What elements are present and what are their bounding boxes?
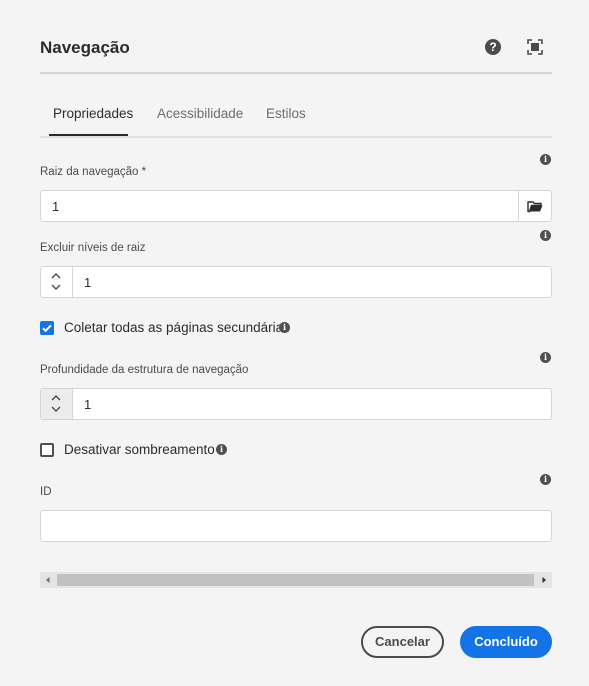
tab-propriedades[interactable]: Propriedades <box>53 106 133 121</box>
root-label: Raiz da navegação * <box>40 166 147 178</box>
chevron-down-icon[interactable] <box>50 406 62 413</box>
root-input[interactable]: 1 <box>52 199 59 214</box>
id-label: ID <box>40 486 52 498</box>
exclude-levels-input[interactable]: 1 <box>84 275 91 290</box>
disable-shadowing-checkbox[interactable]: Desativar sombreamento <box>40 442 215 458</box>
number-stepper[interactable] <box>41 267 73 297</box>
collect-all-label: Coletar todas as páginas secundárias <box>64 320 290 335</box>
tab-estilos[interactable]: Estilos <box>266 106 306 121</box>
info-icon[interactable]: i <box>279 322 290 333</box>
root-field[interactable]: 1 <box>40 190 552 222</box>
done-button[interactable]: Concluído <box>460 626 552 658</box>
scroll-left-arrow-icon[interactable] <box>40 572 56 588</box>
exclude-levels-field[interactable]: 1 <box>40 266 552 298</box>
info-icon[interactable]: i <box>540 474 551 485</box>
scroll-right-arrow-icon[interactable] <box>536 572 552 588</box>
structure-depth-field[interactable]: 1 <box>40 388 552 420</box>
browse-button[interactable] <box>518 191 551 221</box>
chevron-up-icon[interactable] <box>50 394 62 401</box>
folder-open-icon <box>527 200 543 212</box>
collect-all-checkbox[interactable]: Coletar todas as páginas secundárias <box>40 320 300 336</box>
info-icon[interactable]: i <box>216 444 227 455</box>
checkbox-checked[interactable] <box>40 321 54 335</box>
exclude-levels-label: Excluir níveis de raiz <box>40 242 146 254</box>
dialog-title: Navegação <box>40 38 130 57</box>
cancel-button[interactable]: Cancelar <box>361 626 444 658</box>
disable-shadowing-label: Desativar sombreamento <box>64 442 215 457</box>
tab-bar: Propriedades Acessibilidade Estilos <box>40 96 552 138</box>
structure-depth-label: Profundidade da estrutura de navegação <box>40 364 249 376</box>
checkbox-unchecked[interactable] <box>40 443 54 457</box>
help-icon[interactable]: ? <box>485 39 501 55</box>
fullscreen-icon[interactable] <box>527 39 543 55</box>
number-stepper[interactable] <box>41 389 73 419</box>
dialog-header: Navegação ? <box>40 36 552 74</box>
active-tab-indicator <box>49 134 128 136</box>
info-icon[interactable]: i <box>540 154 551 165</box>
tab-acessibilidade[interactable]: Acessibilidade <box>157 106 243 121</box>
checkmark-icon <box>42 324 52 333</box>
scrollbar-thumb[interactable] <box>57 574 534 586</box>
info-icon[interactable]: i <box>540 352 551 363</box>
chevron-down-icon[interactable] <box>50 284 62 291</box>
structure-depth-input[interactable]: 1 <box>84 397 91 412</box>
horizontal-scrollbar[interactable] <box>40 572 552 588</box>
id-field[interactable] <box>40 510 552 542</box>
chevron-up-icon[interactable] <box>50 272 62 279</box>
info-icon[interactable]: i <box>540 230 551 241</box>
